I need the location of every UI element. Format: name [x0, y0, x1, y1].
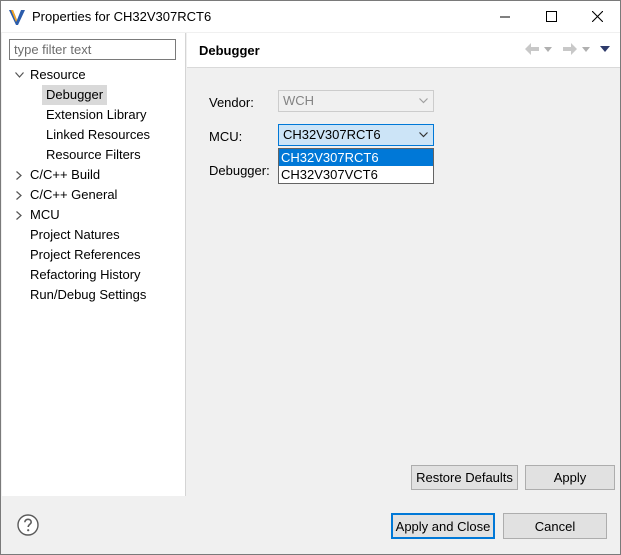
mcu-label: MCU:: [209, 129, 243, 144]
navigation-pane: Resource Debugger Extension Library Link…: [2, 33, 186, 496]
mcu-value: CH32V307RCT6: [283, 127, 381, 142]
tree-item-linked-resources[interactable]: Linked Resources: [46, 125, 150, 145]
tree-item-label: MCU: [30, 207, 60, 222]
maximize-icon: [545, 11, 557, 22]
title-bar: Properties for CH32V307RCT6: [1, 1, 620, 32]
help-icon[interactable]: [17, 514, 39, 536]
app-logo-icon: [9, 10, 25, 25]
chevron-down-icon: [419, 91, 428, 111]
mcu-combo[interactable]: CH32V307RCT6: [278, 124, 434, 146]
chevron-right-icon[interactable]: [14, 185, 24, 205]
tree-item-project-references[interactable]: Project References: [30, 245, 141, 265]
chevron-right-icon[interactable]: [14, 205, 24, 225]
vendor-value: WCH: [283, 93, 315, 108]
properties-dialog: Properties for CH32V307RCT6 Resource Deb…: [0, 0, 621, 555]
minimize-button[interactable]: [482, 1, 528, 32]
tree-item-debugger[interactable]: Debugger: [42, 85, 108, 105]
minimize-icon: [499, 16, 510, 18]
tree-item-resource-filters[interactable]: Resource Filters: [46, 145, 141, 165]
chevron-down-icon[interactable]: [14, 65, 24, 85]
back-menu-chevron-icon[interactable]: [544, 46, 552, 52]
history-navigation: [524, 42, 610, 56]
apply-and-close-button[interactable]: Apply and Close: [391, 513, 495, 539]
back-arrow-icon[interactable]: [524, 42, 540, 56]
page-content: Debugger Vendor: WCH MCU: CH32V307RCT6 D…: [187, 33, 620, 496]
tree-item-refactoring-history[interactable]: Refactoring History: [30, 265, 141, 285]
tree-item-label: C/C++ General: [30, 187, 118, 202]
restore-defaults-button[interactable]: Restore Defaults: [411, 465, 518, 490]
tree-item-label: Resource: [30, 67, 86, 82]
vendor-label: Vendor:: [209, 95, 254, 110]
mcu-option[interactable]: CH32V307VCT6: [279, 166, 433, 183]
mcu-option[interactable]: CH32V307RCT6: [279, 149, 433, 166]
forward-menu-chevron-icon[interactable]: [582, 46, 590, 52]
close-icon: [591, 11, 603, 22]
page-title: Debugger: [199, 43, 260, 58]
cancel-button[interactable]: Cancel: [503, 513, 607, 539]
tree-item-label: C/C++ Build: [30, 167, 101, 182]
forward-arrow-icon[interactable]: [562, 42, 578, 56]
apply-button[interactable]: Apply: [525, 465, 615, 490]
filter-input[interactable]: [9, 39, 176, 60]
chevron-down-icon[interactable]: [419, 125, 428, 145]
tree-item-run-debug-settings[interactable]: Run/Debug Settings: [30, 285, 146, 305]
tree-item-project-natures[interactable]: Project Natures: [30, 225, 120, 245]
debugger-label: Debugger:: [209, 163, 270, 178]
dialog-button-bar: Apply and Close Cancel: [1, 497, 620, 554]
chevron-right-icon[interactable]: [14, 165, 24, 185]
maximize-button[interactable]: [528, 1, 574, 32]
view-menu-icon[interactable]: [600, 46, 610, 52]
close-button[interactable]: [574, 1, 620, 32]
vendor-combo: WCH: [278, 90, 434, 112]
mcu-dropdown-list: CH32V307RCT6 CH32V307VCT6: [278, 148, 434, 184]
tree-item-extension-library[interactable]: Extension Library: [46, 105, 146, 125]
window-title: Properties for CH32V307RCT6: [32, 9, 212, 24]
page-header: Debugger: [187, 33, 620, 68]
